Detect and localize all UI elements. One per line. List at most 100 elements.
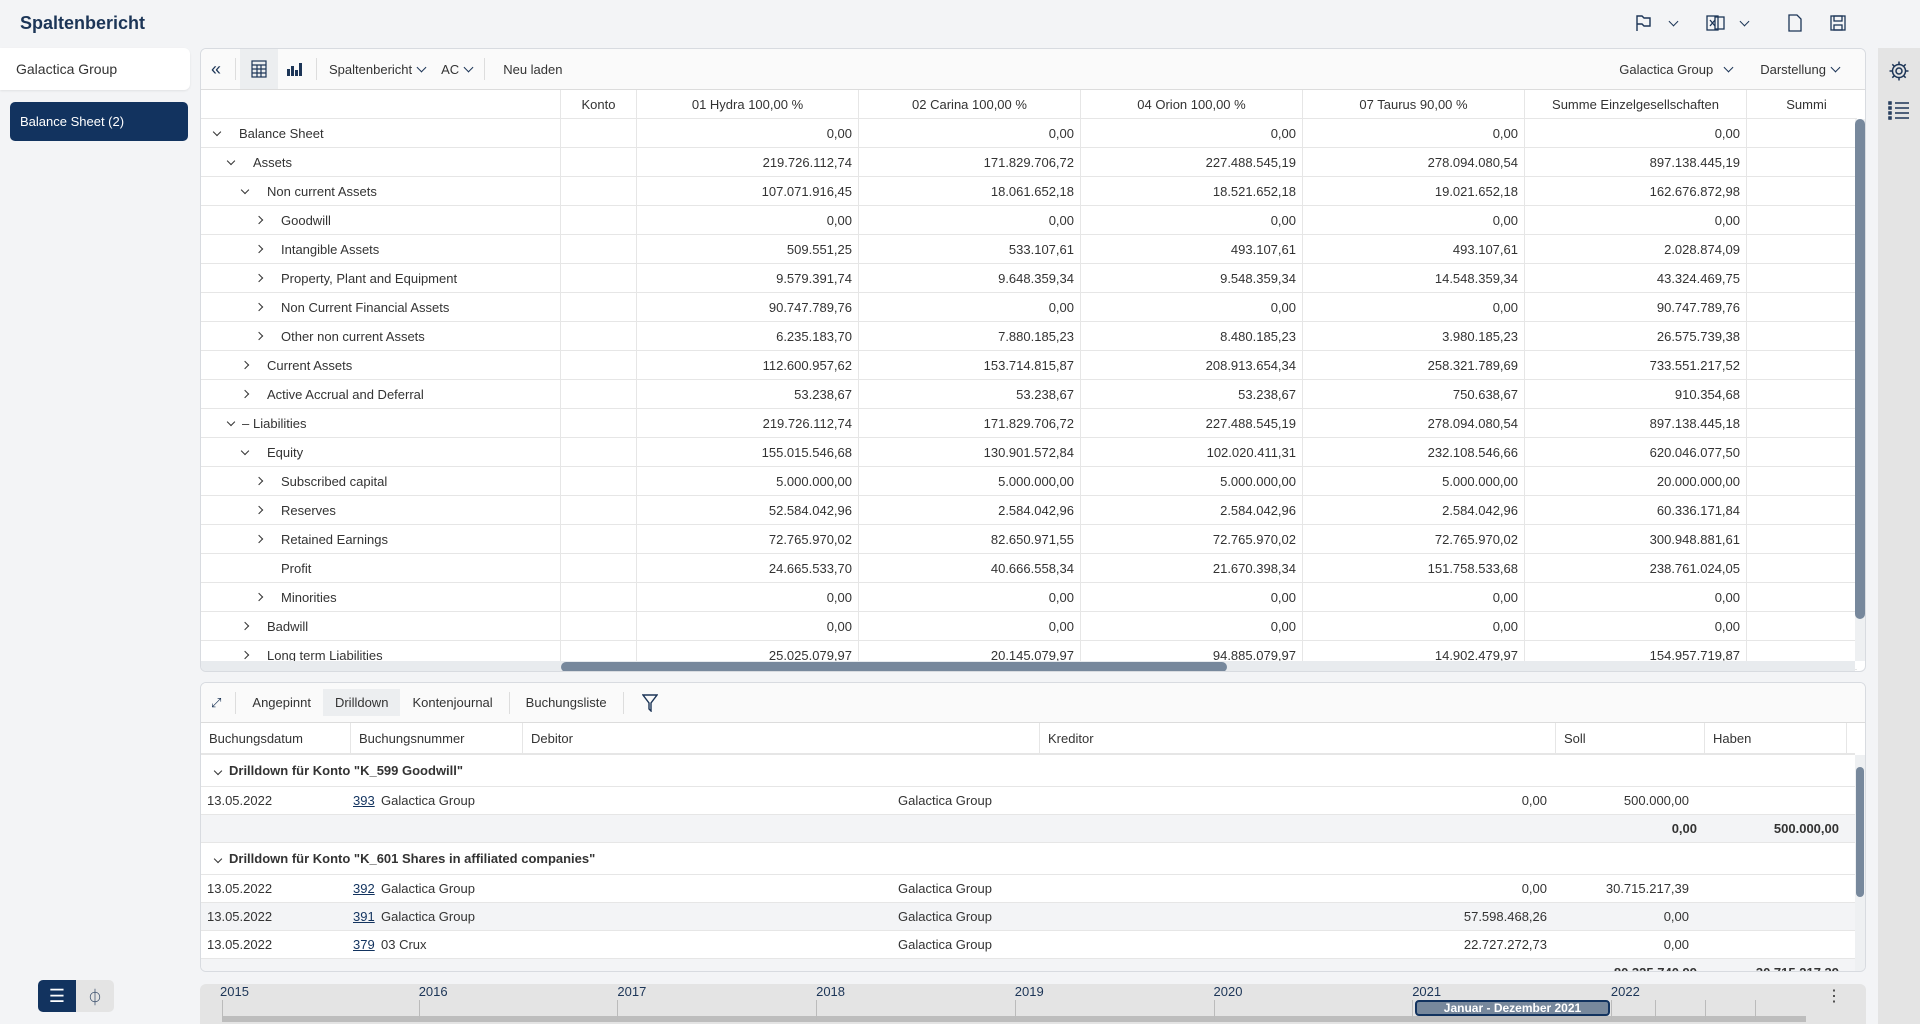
chevron-down-icon[interactable] (213, 854, 223, 863)
table-row[interactable]: Other non current Assets 6.235.183,70 7.88… (201, 322, 1857, 351)
filter-icon[interactable] (628, 683, 672, 722)
scrollbar-thumb[interactable] (1856, 767, 1864, 897)
vertical-scrollbar[interactable] (1855, 119, 1865, 661)
table-row[interactable]: Subscribed capital 5.000.000,00 5.000.000,… (201, 467, 1857, 496)
column-header[interactable]: Debitor (523, 723, 1040, 753)
table-row[interactable]: Minorities 0,00 0,00 0,00 0,00 0,00 (201, 583, 1857, 612)
report-dropdown[interactable]: Spaltenbericht (321, 49, 433, 89)
table-row[interactable]: 13.05.2022 393 Galactica Group Galactica Gr… (201, 787, 1855, 815)
table-row[interactable]: Non current Assets 107.071.916,45 18.061.6… (201, 177, 1857, 206)
scrollbar-thumb[interactable] (1855, 119, 1865, 619)
timeline-year[interactable]: 2020 (1214, 984, 1243, 999)
entity-dropdown[interactable]: Galactica Group (1611, 49, 1752, 89)
column-header[interactable]: Summi (1747, 90, 1865, 118)
table-row[interactable]: Retained Earnings 72.765.970,02 82.650.971… (201, 525, 1857, 554)
timeline[interactable]: Januar - Dezember 2021 ⋮ 2015 2016 2017 201… (200, 984, 1866, 1024)
timeline-year[interactable]: 2019 (1015, 984, 1044, 999)
timeline-year[interactable]: 2021 (1412, 984, 1441, 999)
sidebar-item-group[interactable]: Galactica Group (0, 48, 190, 90)
chevron-right-icon[interactable] (254, 534, 264, 544)
expand-icon[interactable]: ⤢ (201, 683, 231, 722)
reload-button[interactable]: Neu laden (489, 49, 570, 89)
table-row[interactable]: Property, Plant and Equipment 9.579.391,7… (201, 264, 1857, 293)
table-row[interactable]: Current Assets 112.600.957,62 153.714.815,… (201, 351, 1857, 380)
group-total-row[interactable]: 80.325.740,9930.715.217,39 (201, 959, 1855, 971)
booking-number-link[interactable]: 392 (201, 881, 375, 896)
timeline-year[interactable]: 2016 (419, 984, 448, 999)
chevron-down-icon[interactable] (212, 127, 222, 136)
chevron-right-icon[interactable] (254, 302, 264, 312)
list-icon[interactable] (1888, 100, 1910, 123)
tab-drilldown[interactable]: Drilldown (322, 689, 401, 716)
chevron-right-icon[interactable] (254, 476, 264, 486)
chart-view-icon[interactable] (278, 49, 312, 89)
document-icon[interactable] (1784, 12, 1806, 34)
column-header[interactable]: Soll (1556, 723, 1705, 753)
table-row[interactable]: 13.05.2022 391 Galactica Group Galactica Gr… (201, 903, 1855, 931)
chevron-down-icon[interactable] (213, 766, 223, 775)
chevron-right-icon[interactable] (254, 331, 264, 341)
chevron-down-icon[interactable] (240, 446, 250, 455)
chevron-right-icon[interactable] (254, 273, 264, 283)
table-row[interactable]: Reserves 52.584.042,96 2.584.042,96 2.584.0… (201, 496, 1857, 525)
group-total-row[interactable]: 0,00 500.000,00 (201, 815, 1855, 843)
chevron-right-icon[interactable] (240, 621, 250, 631)
column-header[interactable]: 04 Orion 100,00 % (1081, 90, 1303, 118)
tab-kontenjournal[interactable]: Kontenjournal (400, 689, 504, 716)
tab-angepinnt[interactable]: Angepinnt (240, 689, 323, 716)
chevron-right-icon[interactable] (240, 389, 250, 399)
column-header[interactable]: Buchungsnummer (351, 723, 523, 753)
horizontal-scrollbar[interactable] (201, 661, 1855, 671)
table-row[interactable]: 13.05.2022 379 03 Crux Galactica Group 22.72… (201, 931, 1855, 959)
timeline-year[interactable]: 2022 (1611, 984, 1640, 999)
table-row[interactable]: Profit 24.665.533,70 40.666.558,34 21.670.3… (201, 554, 1857, 583)
column-header[interactable]: 07 Taurus 90,00 % (1303, 90, 1525, 118)
scrollbar-thumb[interactable] (561, 662, 1227, 671)
vertical-scrollbar[interactable] (1855, 755, 1865, 971)
drilldown-group[interactable]: Drilldown für Konto "K_601 Shares in aff… (201, 843, 1855, 875)
chevron-down-icon[interactable] (240, 185, 250, 194)
display-dropdown[interactable]: Darstellung (1752, 49, 1865, 89)
more-options-icon[interactable]: ⋮ (1826, 989, 1842, 1005)
timeline-year[interactable]: 2015 (220, 984, 249, 999)
column-header[interactable]: Konto (561, 90, 637, 118)
chevron-right-icon[interactable] (254, 244, 264, 254)
flag-icon[interactable] (1632, 12, 1654, 34)
version-dropdown[interactable]: AC (433, 49, 480, 89)
gear-icon[interactable] (1888, 60, 1910, 85)
chevron-right-icon[interactable] (254, 592, 264, 602)
list-view-button[interactable]: ☰ (38, 980, 76, 1012)
chevron-down-icon[interactable] (1662, 12, 1684, 34)
table-row[interactable]: Intangible Assets 509.551,25 533.107,61 493… (201, 235, 1857, 264)
column-header[interactable]: Haben (1705, 723, 1847, 753)
table-row[interactable]: – Liabilities 219.726.112,74 171.829.706,72… (201, 409, 1857, 438)
table-row[interactable]: Assets 219.726.112,74 171.829.706,72 227.48… (201, 148, 1857, 177)
table-row[interactable]: Active Accrual and Deferral 53.238,67 53.2… (201, 380, 1857, 409)
collapse-double-chevron-icon[interactable]: « (201, 49, 231, 89)
booking-number-link[interactable]: 391 (201, 909, 375, 924)
drilldown-header[interactable]: Buchungsdatum Buchungsnummer Debitor Kredit… (201, 723, 1855, 755)
excel-icon[interactable] (1705, 12, 1727, 34)
chevron-down-icon[interactable] (1733, 12, 1755, 34)
tree-view-button[interactable]: ⏀ (76, 980, 114, 1012)
sidebar-item-balance-sheet[interactable]: Balance Sheet (2) (10, 102, 188, 141)
column-header[interactable]: 02 Carina 100,00 % (859, 90, 1081, 118)
timeline-year[interactable]: 2018 (816, 984, 845, 999)
column-header[interactable] (201, 90, 561, 118)
booking-number-link[interactable]: 393 (201, 793, 375, 808)
timeline-selection[interactable]: Januar - Dezember 2021 (1415, 1000, 1610, 1016)
column-header[interactable]: Kreditor (1040, 723, 1556, 753)
table-row[interactable]: Badwill 0,00 0,00 0,00 0,00 0,00 (201, 612, 1857, 641)
table-row[interactable]: 13.05.2022 392 Galactica Group Galactica Gr… (201, 875, 1855, 903)
drilldown-group[interactable]: Drilldown für Konto "K_599 Goodwill" (201, 755, 1855, 787)
chevron-right-icon[interactable] (254, 215, 264, 225)
table-row[interactable]: Equity 155.015.546,68 130.901.572,84 102.02… (201, 438, 1857, 467)
table-row[interactable]: Goodwill 0,00 0,00 0,00 0,00 0,00 (201, 206, 1857, 235)
column-header[interactable]: 01 Hydra 100,00 % (637, 90, 859, 118)
column-header[interactable]: Summe Einzelgesellschaften (1525, 90, 1747, 118)
chevron-right-icon[interactable] (254, 505, 264, 515)
table-row[interactable]: Non Current Financial Assets 90.747.789,7… (201, 293, 1857, 322)
tab-buchungsliste[interactable]: Buchungsliste (514, 689, 619, 716)
chevron-right-icon[interactable] (240, 360, 250, 370)
chevron-right-icon[interactable] (240, 650, 250, 660)
